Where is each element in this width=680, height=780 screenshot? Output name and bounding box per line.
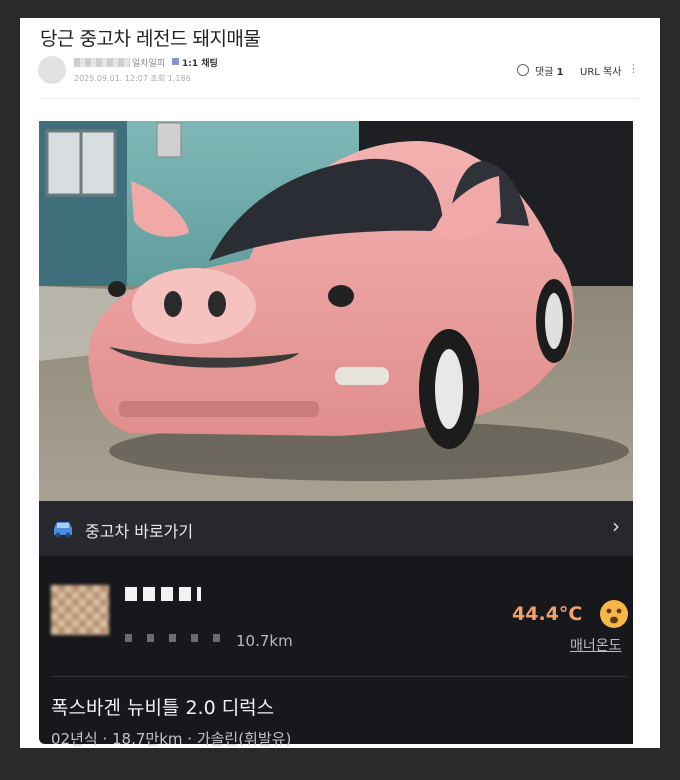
listing-divider <box>51 676 627 677</box>
level-icon <box>172 58 179 65</box>
car-name: 폭스바겐 뉴비틀 2.0 디럭스 <box>51 697 275 719</box>
comment-count: 1 <box>556 67 564 78</box>
post-title: 당근 중고차 레전드 돼지매물 <box>40 28 261 50</box>
car-meta: 02년식 · 18.7만km · 가솔린(휘발유) <box>51 730 292 748</box>
used-car-label: 중고차 바로가기 <box>85 522 194 541</box>
chat-link[interactable]: 1:1 채팅 <box>182 56 218 69</box>
pig-car-illustration <box>39 121 633 501</box>
carrot-listing-card: 중고차 바로가기 › 10.7km 44.4°C 매너온도 폭스바겐 뉴비틀 2… <box>39 501 633 748</box>
car-icon <box>54 522 72 538</box>
seller-name-blurred <box>125 587 201 601</box>
url-copy-button[interactable]: URL 복사 <box>580 63 621 78</box>
author-name-blurred <box>74 58 130 67</box>
manner-temperature-value: 44.4°C <box>512 603 583 625</box>
manner-temperature-link[interactable]: 매너온도 <box>570 635 622 655</box>
chevron-right-icon[interactable]: › <box>612 514 620 538</box>
used-car-shortcut[interactable]: 중고차 바로가기 › <box>39 501 633 556</box>
excited-face-icon <box>600 600 628 628</box>
distance: 10.7km <box>236 632 293 650</box>
comment-icon[interactable] <box>517 64 529 76</box>
comment-label: 댓글 <box>535 67 554 78</box>
pig-car-photo <box>39 121 633 501</box>
post-meta: 2025.09.01. 12:07 조회 1,186 <box>74 74 191 83</box>
header-divider <box>40 98 638 99</box>
comment-button[interactable]: 댓글 1 <box>535 63 564 78</box>
post-card: 당근 중고차 레전드 돼지매물 일차일피 1:1 채팅 2025.09.01. … <box>20 18 660 748</box>
more-vertical-icon[interactable]: ⋮ <box>628 62 639 75</box>
author-avatar[interactable] <box>38 56 66 84</box>
seller-location-blurred <box>125 634 229 642</box>
seller-avatar[interactable] <box>51 585 109 635</box>
author-tag[interactable]: 일차일피 <box>132 56 165 69</box>
